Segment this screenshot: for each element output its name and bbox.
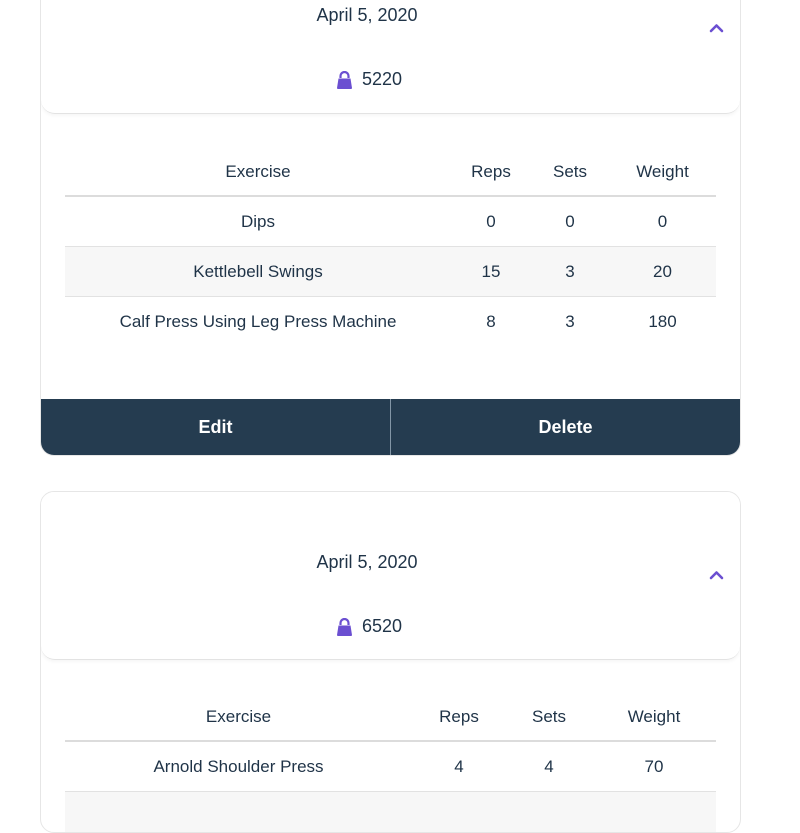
table-header-row: Exercise Reps Sets Weight: [65, 694, 716, 741]
workout-volume: 5220: [336, 69, 402, 90]
table-row: Kettlebell Swings 15 3 20: [65, 247, 716, 297]
table-row: Arnold Shoulder Press 4 4 70: [65, 741, 716, 792]
volume-value: 5220: [362, 69, 402, 90]
workout-date: April 5, 2020: [41, 552, 693, 573]
volume-value: 6520: [362, 616, 402, 637]
edit-button[interactable]: Edit: [41, 399, 391, 455]
column-header-sets: Sets: [506, 694, 592, 741]
workout-header: April 5, 2020 5220: [41, 0, 740, 114]
sets-cell: 3: [531, 247, 609, 297]
chevron-up-icon[interactable]: [709, 23, 724, 33]
table-header-row: Exercise Reps Sets Weight: [65, 149, 716, 196]
workout-header: April 5, 2020 6520: [41, 492, 740, 660]
workout-card: April 5, 2020 6520 Exercise Reps Sets We…: [40, 491, 741, 833]
reps-cell: 4: [412, 741, 506, 792]
exercise-cell: Arnold Shoulder Press: [65, 741, 412, 792]
exercise-cell: Dips: [65, 196, 451, 247]
chevron-up-icon[interactable]: [709, 570, 724, 580]
weight-cell: 70: [592, 741, 716, 792]
sets-cell: [506, 792, 592, 833]
weight-cell: 180: [609, 297, 716, 347]
weight-cell: 0: [609, 196, 716, 247]
workout-card: April 5, 2020 5220 Exercise Reps Sets We…: [40, 0, 741, 456]
table-row: [65, 792, 716, 833]
column-header-reps: Reps: [412, 694, 506, 741]
column-header-sets: Sets: [531, 149, 609, 196]
reps-cell: 15: [451, 247, 531, 297]
exercise-cell: Calf Press Using Leg Press Machine: [65, 297, 451, 347]
column-header-reps: Reps: [451, 149, 531, 196]
sets-cell: 4: [506, 741, 592, 792]
exercise-table: Exercise Reps Sets Weight Dips 0 0 0 Ket…: [65, 149, 716, 346]
sets-cell: 3: [531, 297, 609, 347]
workout-volume: 6520: [336, 616, 402, 637]
weight-cell: [592, 792, 716, 833]
kettlebell-icon: [336, 618, 353, 636]
reps-cell: 0: [451, 196, 531, 247]
sets-cell: 0: [531, 196, 609, 247]
column-header-weight: Weight: [609, 149, 716, 196]
table-row: Dips 0 0 0: [65, 196, 716, 247]
table-row: Calf Press Using Leg Press Machine 8 3 1…: [65, 297, 716, 347]
exercise-table: Exercise Reps Sets Weight Arnold Shoulde…: [65, 694, 716, 833]
weight-cell: 20: [609, 247, 716, 297]
action-bar: Edit Delete: [41, 399, 740, 455]
workout-date: April 5, 2020: [41, 5, 693, 26]
reps-cell: [412, 792, 506, 833]
exercise-cell: [65, 792, 412, 833]
reps-cell: 8: [451, 297, 531, 347]
exercise-cell: Kettlebell Swings: [65, 247, 451, 297]
column-header-weight: Weight: [592, 694, 716, 741]
column-header-exercise: Exercise: [65, 694, 412, 741]
column-header-exercise: Exercise: [65, 149, 451, 196]
delete-button[interactable]: Delete: [391, 399, 740, 455]
kettlebell-icon: [336, 71, 353, 89]
